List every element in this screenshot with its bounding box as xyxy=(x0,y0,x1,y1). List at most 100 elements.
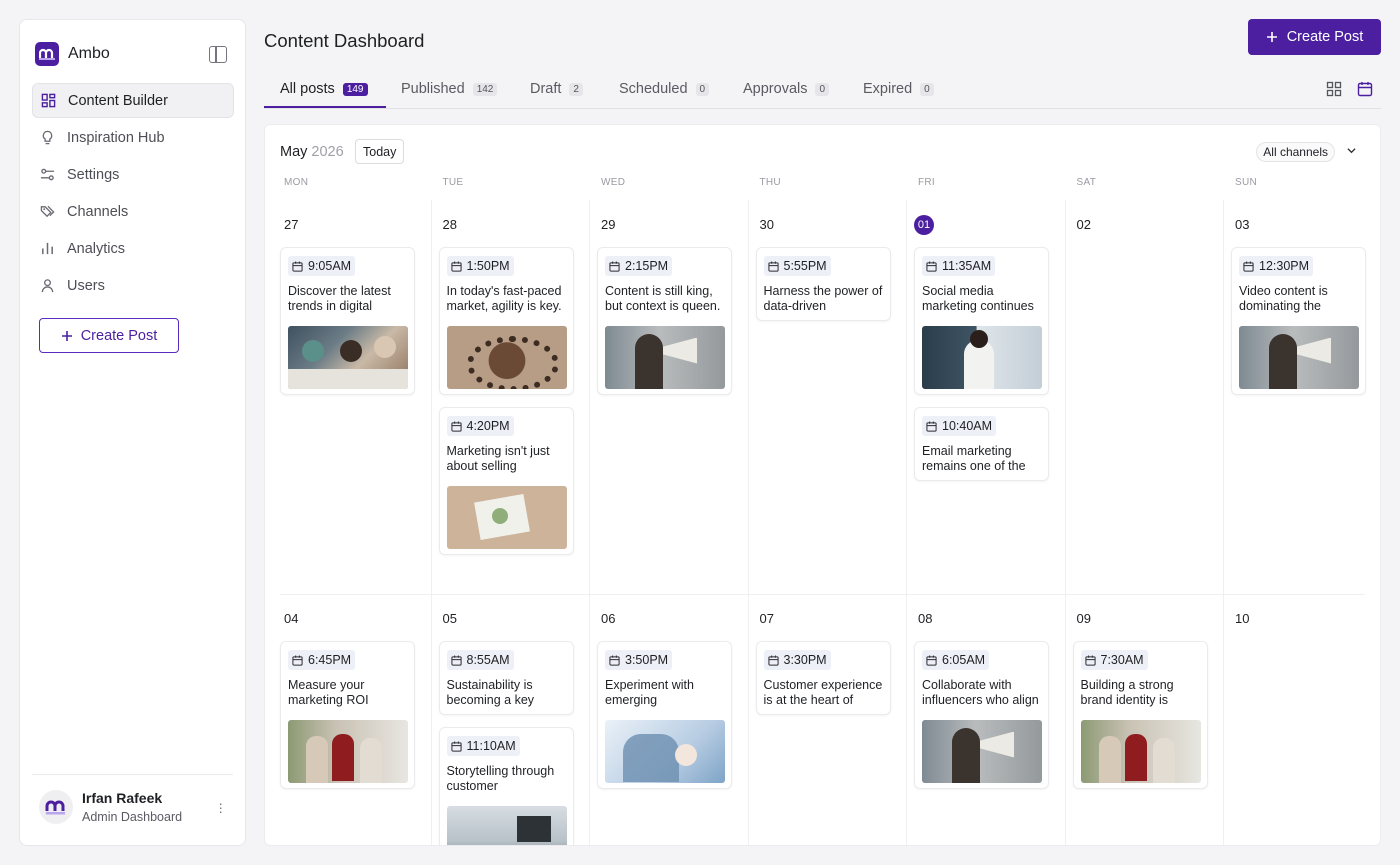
post-excerpt: Storytelling through customer xyxy=(446,763,555,794)
weekday-header: WED xyxy=(601,177,626,188)
day-number[interactable]: 08 xyxy=(918,611,932,626)
user-profile[interactable]: Irfan Rafeek Admin Dashboard · · · xyxy=(39,790,229,824)
post-card[interactable]: 2:15PM Content is still king, but context… xyxy=(597,247,732,395)
more-options-icon[interactable]: · · · xyxy=(218,796,223,818)
chevron-down-icon[interactable] xyxy=(1347,146,1356,155)
day-number[interactable]: 06 xyxy=(601,611,615,626)
create-post-button[interactable]: Create Post xyxy=(1248,19,1381,55)
calendar-icon xyxy=(292,654,303,666)
post-time-badge: 11:35AM xyxy=(922,256,996,276)
nav-item-content-builder[interactable]: Content Builder xyxy=(32,83,234,118)
current-day-number[interactable]: 01 xyxy=(914,215,934,235)
day-number[interactable]: 10 xyxy=(1235,611,1249,626)
post-time-badge: 3:50PM xyxy=(605,650,673,670)
tab-draft[interactable]: Draft 2 xyxy=(530,81,583,97)
day-number[interactable]: 09 xyxy=(1077,611,1091,626)
post-card[interactable]: 12:30PM Video content is dominating the xyxy=(1231,247,1366,395)
tab-all-posts[interactable]: All posts 149 xyxy=(280,81,368,97)
tab-scheduled[interactable]: Scheduled 0 xyxy=(619,81,710,97)
nav-item-analytics[interactable]: Analytics xyxy=(32,231,234,266)
tab-label: All posts xyxy=(280,81,335,97)
nav-item-users[interactable]: Users xyxy=(32,268,234,303)
post-card[interactable]: 5:55PM Harness the power of data-driven xyxy=(755,247,891,321)
post-thumbnail-image xyxy=(446,485,567,549)
sidebar-toggle-icon[interactable] xyxy=(209,46,227,63)
grid-icon xyxy=(41,93,56,108)
nav-label: Settings xyxy=(67,166,120,183)
post-time-badge: 7:30AM xyxy=(1080,650,1148,670)
weekday-header: THU xyxy=(759,177,781,188)
calendar-icon xyxy=(609,654,620,666)
sidebar-create-post-button[interactable]: Create Post xyxy=(39,318,179,353)
post-excerpt: Experiment with emerging xyxy=(605,677,694,708)
calendar-view-icon[interactable] xyxy=(1357,81,1373,97)
post-excerpt: Discover the latest trends in digital xyxy=(288,283,391,314)
create-post-label: Create Post xyxy=(1286,29,1364,45)
post-card[interactable]: 6:45PM Measure your marketing ROI xyxy=(280,641,415,789)
post-card[interactable]: 7:30AM Building a strong brand identity i… xyxy=(1072,641,1208,789)
post-time: 9:05AM xyxy=(308,259,352,273)
nav-item-inspiration-hub[interactable]: Inspiration Hub xyxy=(32,120,234,155)
user-icon xyxy=(41,279,54,293)
calendar-icon xyxy=(926,654,937,666)
post-time-badge: 4:20PM xyxy=(446,416,514,436)
post-card[interactable]: 10:40AM Email marketing remains one of th… xyxy=(914,407,1049,481)
post-card[interactable]: 11:10AM Storytelling through customer xyxy=(438,727,574,845)
day-number[interactable]: 27 xyxy=(284,217,298,232)
post-thumbnail-image xyxy=(605,325,725,389)
brand[interactable]: Ambo xyxy=(35,42,110,66)
post-excerpt: Video content is dominating the xyxy=(1239,283,1328,314)
post-time: 6:05AM xyxy=(942,653,986,667)
nav-label: Inspiration Hub xyxy=(67,129,165,146)
channel-filter-dropdown[interactable]: All channels xyxy=(1256,142,1335,162)
post-thumbnail-image xyxy=(1239,325,1359,389)
post-time-badge: 3:30PM xyxy=(763,650,831,670)
nav-item-channels[interactable]: Channels xyxy=(32,194,234,229)
nav-label: Content Builder xyxy=(68,92,168,109)
nav-item-settings[interactable]: Settings xyxy=(32,157,234,192)
calendar-icon xyxy=(450,740,462,752)
day-number[interactable]: 07 xyxy=(760,611,774,626)
grid-view-icon[interactable] xyxy=(1326,81,1342,97)
post-time: 3:30PM xyxy=(783,653,827,667)
tags-icon xyxy=(40,205,55,218)
tab-expired[interactable]: Expired 0 xyxy=(863,81,934,97)
year-label: 2026 xyxy=(311,144,344,160)
day-number[interactable]: 05 xyxy=(443,611,457,626)
post-time-badge: 9:05AM xyxy=(288,256,356,276)
bar-chart-icon xyxy=(42,242,53,255)
post-time: 12:30PM xyxy=(1259,259,1310,273)
post-card[interactable]: 4:20PM Marketing isn't just about selling xyxy=(438,407,574,555)
tab-approvals[interactable]: Approvals 0 xyxy=(743,81,830,97)
day-number[interactable]: 03 xyxy=(1235,217,1249,232)
day-number[interactable]: 29 xyxy=(601,217,615,232)
post-excerpt: Collaborate with influencers who align xyxy=(922,677,1039,708)
today-button[interactable]: Today xyxy=(355,139,405,164)
tab-published[interactable]: Published 142 xyxy=(401,81,498,97)
tab-count-badge: 0 xyxy=(815,82,830,96)
post-card[interactable]: 3:30PM Customer experience is at the hear… xyxy=(755,641,891,715)
calendar-icon xyxy=(450,420,462,432)
day-number[interactable]: 04 xyxy=(284,611,298,626)
day-column-divider xyxy=(430,200,432,845)
weekday-header: FRI xyxy=(918,177,936,188)
day-number[interactable]: 30 xyxy=(760,217,774,232)
post-card[interactable]: 9:05AM Discover the latest trends in digi… xyxy=(280,247,415,395)
post-card[interactable]: 3:50PM Experiment with emerging xyxy=(597,641,732,789)
post-thumbnail-image xyxy=(288,719,408,783)
day-number[interactable]: 02 xyxy=(1077,217,1091,232)
day-number[interactable]: 28 xyxy=(443,217,457,232)
post-card[interactable]: 6:05AM Collaborate with influencers who a… xyxy=(914,641,1049,789)
calendar-icon xyxy=(450,654,462,666)
avatar xyxy=(39,790,73,824)
user-role: Admin Dashboard xyxy=(82,810,183,824)
post-card[interactable]: 1:50PM In today's fast-paced market, agil… xyxy=(438,247,574,395)
tab-count-badge: 0 xyxy=(695,82,710,96)
sidebar-create-post-label: Create Post xyxy=(80,327,158,344)
tab-label: Scheduled xyxy=(619,81,688,97)
calendar-view: May 2026 Today All channels MON TUE WED THU F… xyxy=(264,124,1381,846)
sidebar-nav: Content Builder Inspiration Hub Settings… xyxy=(32,83,234,305)
post-card[interactable]: 8:55AM Sustainability is becoming a key xyxy=(438,641,574,715)
post-card[interactable]: 11:35AM Social media marketing continues xyxy=(914,247,1049,395)
post-time: 10:40AM xyxy=(942,419,993,433)
